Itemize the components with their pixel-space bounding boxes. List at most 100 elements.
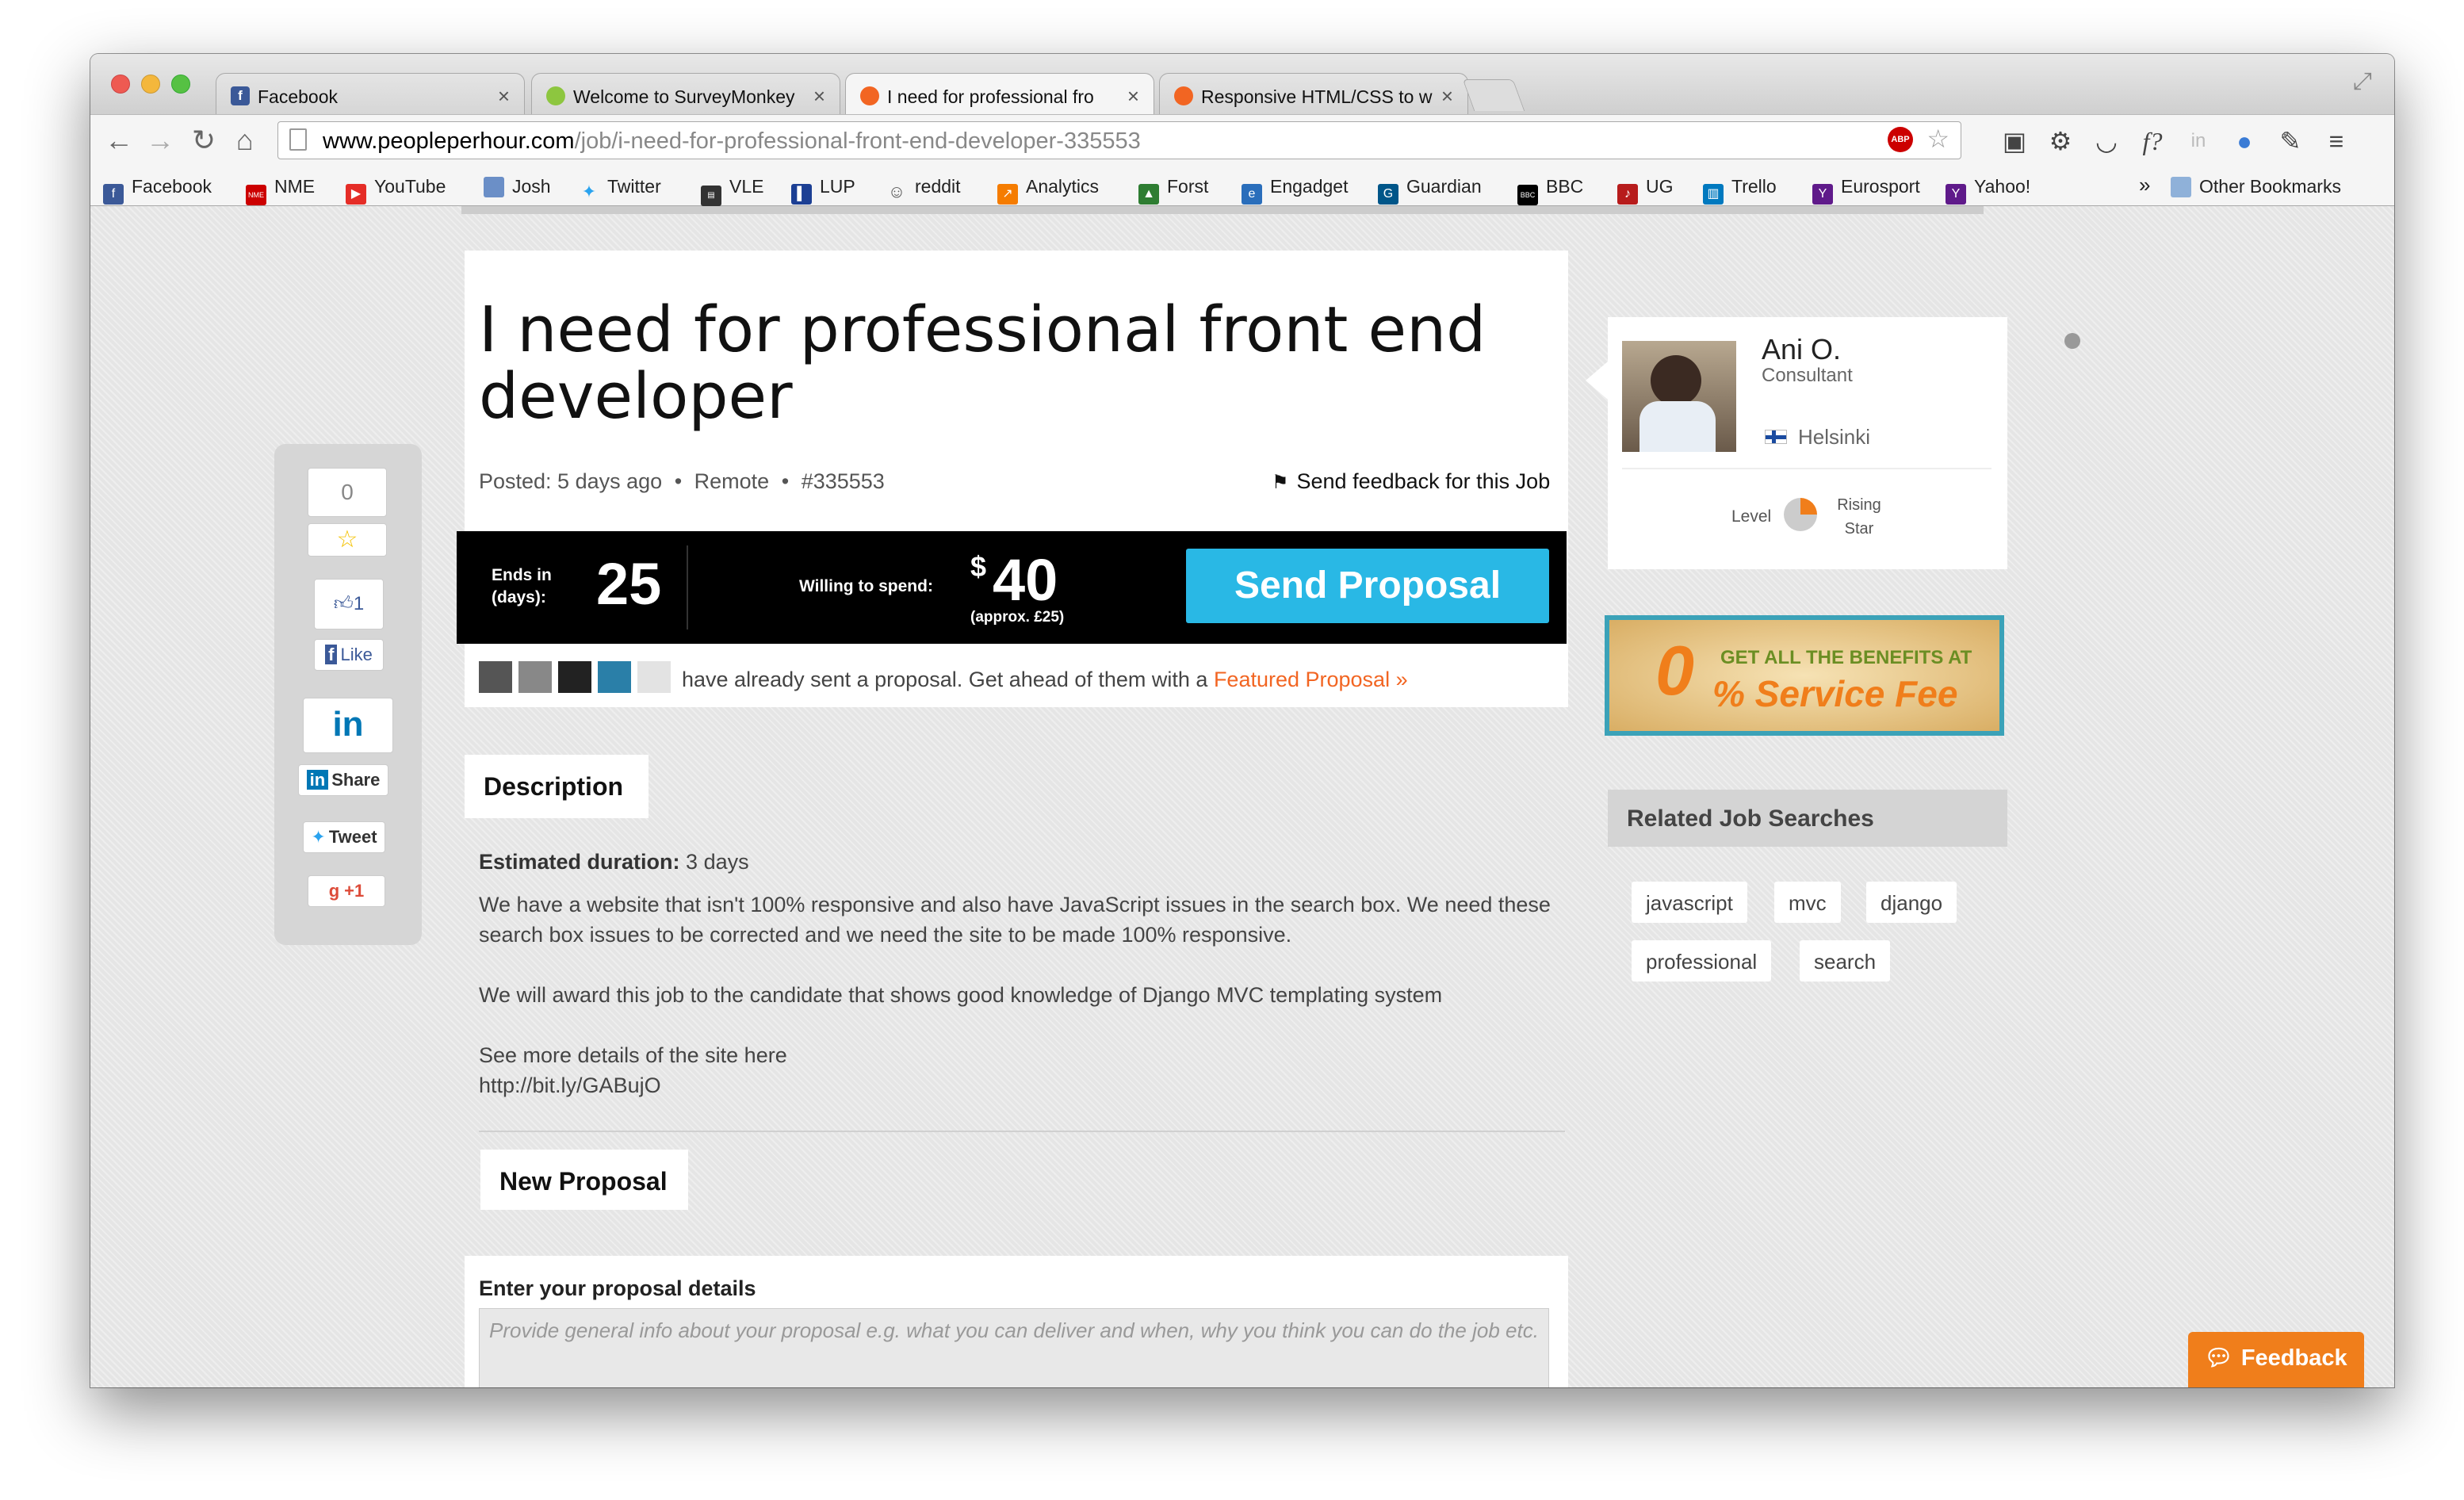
address-bar[interactable]: www.peopleperhour.com/job/i-need-for-pro… <box>277 121 1961 159</box>
avatar[interactable] <box>637 661 671 693</box>
lup-icon: ▌ <box>791 184 812 205</box>
bookmark-eurosport[interactable]: Y Eurosport <box>1812 176 1920 205</box>
avatar[interactable] <box>518 661 552 693</box>
send-proposal-button[interactable]: Send Proposal <box>1186 549 1549 623</box>
twitter-icon: ✦ <box>311 827 326 847</box>
send-feedback-link[interactable]: ⚑ Send feedback for this Job <box>1272 469 1550 494</box>
google-plus-button[interactable]: g +1 <box>308 875 385 907</box>
avatar[interactable] <box>598 661 631 693</box>
tag-javascript[interactable]: javascript <box>1632 882 1747 923</box>
buyer-avatar[interactable] <box>1622 341 1736 452</box>
back-icon[interactable]: ← <box>105 124 133 156</box>
tag-professional[interactable]: professional <box>1632 940 1772 982</box>
bookmark-label: reddit <box>915 176 961 197</box>
adblock-icon[interactable]: ABP <box>1888 127 1913 152</box>
cup-icon[interactable]: ◡ <box>2091 126 2122 156</box>
facebook-icon: f <box>325 645 338 664</box>
close-tab-icon[interactable]: × <box>813 84 825 109</box>
tweet-button[interactable]: ✦ Tweet <box>303 821 385 853</box>
description-link[interactable]: http://bit.ly/GABujO <box>479 1070 661 1100</box>
tab-bar: f Facebook × Welcome to SurveyMonkey × I… <box>90 54 2394 114</box>
bookmark-guardian[interactable]: G Guardian <box>1378 176 1482 205</box>
proposal-placeholder: Provide general info about your proposal… <box>489 1318 1539 1342</box>
tab-facebook[interactable]: f Facebook × <box>216 73 525 114</box>
menu-icon[interactable]: ≡ <box>2321 126 2351 156</box>
bookmark-ug[interactable]: ♪ UG <box>1617 176 1674 205</box>
bookmark-trello[interactable]: ▥ Trello <box>1703 176 1777 205</box>
bookmark-youtube[interactable]: ▶ YouTube <box>346 176 446 205</box>
close-tab-icon[interactable]: × <box>498 84 510 109</box>
trello-icon: ▥ <box>1703 184 1724 205</box>
tab-new-proposal[interactable]: New Proposal <box>480 1150 688 1210</box>
forward-icon[interactable]: → <box>146 124 174 156</box>
buyer-name[interactable]: Ani O. <box>1762 333 1841 366</box>
reload-icon[interactable]: ↻ <box>192 124 216 156</box>
tab-surveymonkey[interactable]: Welcome to SurveyMonkey × <box>531 73 840 114</box>
online-status-icon <box>2064 333 2080 349</box>
tag-search[interactable]: search <box>1800 940 1891 982</box>
bookmark-lup[interactable]: ▌ LUP <box>791 176 855 205</box>
yahoo-icon: Y <box>1946 184 1966 205</box>
bookmark-bbc[interactable]: BBC BBC <box>1517 176 1583 205</box>
peopleperhour-icon <box>1174 86 1193 105</box>
surveymonkey-icon <box>546 86 565 105</box>
bookmark-nme[interactable]: NME NME <box>246 176 315 205</box>
home-icon[interactable]: ⌂ <box>236 124 254 156</box>
favorite-star-icon[interactable]: ☆ <box>308 523 387 557</box>
bookmark-facebook[interactable]: f Facebook <box>103 176 212 205</box>
font-finder-icon[interactable]: f? <box>2137 126 2167 156</box>
feedback-button[interactable]: 💬︎ Feedback <box>2188 1332 2364 1387</box>
tab-current-job[interactable]: I need for professional fro × <box>845 73 1154 114</box>
avatar[interactable] <box>558 661 591 693</box>
zoom-window-button[interactable] <box>171 75 190 94</box>
tab-label: Responsive HTML/CSS to w <box>1201 86 1433 107</box>
twitter-icon: ✦ <box>581 182 597 201</box>
bookmark-star-icon[interactable]: ☆ <box>1926 124 1949 154</box>
gplus-label: +1 <box>344 881 365 901</box>
proposal-note: have already sent a proposal. Get ahead … <box>682 668 1408 692</box>
other-bookmarks[interactable]: Other Bookmarks <box>2171 176 2341 197</box>
extension-icon[interactable]: ▣ <box>1999 126 2030 156</box>
zero-fee-banner[interactable]: 0 GET ALL THE BENEFITS AT % Service Fee <box>1605 615 2004 736</box>
facebook-like-button[interactable]: f Like <box>314 639 384 671</box>
linkedin-ext-icon[interactable]: in <box>2183 126 2213 156</box>
bookmark-analytics[interactable]: ↗ Analytics <box>997 176 1099 205</box>
bookmark-forst[interactable]: ▲ Forst <box>1138 176 1208 205</box>
bookmark-vle[interactable]: ▤ VLE <box>701 176 763 206</box>
tab-description[interactable]: Description <box>465 755 649 818</box>
peopleperhour-icon <box>860 86 879 105</box>
linkedin-share-button[interactable]: in Share <box>298 764 388 796</box>
bookmark-yahoo[interactable]: Y Yahoo! <box>1946 176 2030 205</box>
bookmark-twitter[interactable]: ✦ Twitter <box>579 176 661 202</box>
tag-django[interactable]: django <box>1866 882 1957 923</box>
close-tab-icon[interactable]: × <box>1441 84 1453 109</box>
tab-responsive-job[interactable]: Responsive HTML/CSS to w × <box>1159 73 1468 114</box>
bookmark-reddit[interactable]: ☺ reddit <box>886 176 961 202</box>
job-summary-bar: Ends in (days): 25 Willing to spend: $ 4… <box>457 531 1567 644</box>
level-pie-icon <box>1784 498 1817 531</box>
job-id: #335553 <box>801 469 885 493</box>
proposal-textarea[interactable]: Provide general info about your proposal… <box>479 1308 1549 1387</box>
featured-proposal-link[interactable]: Featured Proposal » <box>1214 668 1408 691</box>
bookmark-engadget[interactable]: e Engadget <box>1242 176 1348 205</box>
linkedin-small-icon: in <box>306 770 329 790</box>
avatar[interactable] <box>479 661 512 693</box>
finland-flag-icon <box>1765 430 1787 444</box>
tweet-label: Tweet <box>328 827 377 847</box>
close-tab-icon[interactable]: × <box>1127 84 1139 109</box>
minimize-window-button[interactable] <box>141 75 160 94</box>
tag-mvc[interactable]: mvc <box>1774 882 1841 923</box>
bookmark-label: Facebook <box>132 176 212 197</box>
buyer-role: Consultant <box>1762 365 1853 386</box>
fullscreen-icon[interactable]: ⤢ <box>2353 68 2372 95</box>
gear-icon[interactable]: ⚙ <box>2045 126 2076 156</box>
bookmarks-overflow-button[interactable]: » <box>2139 173 2150 197</box>
eyedropper-icon[interactable]: ✎ <box>2275 126 2305 156</box>
nme-icon: NME <box>246 185 266 205</box>
bookmark-josh[interactable]: Josh <box>484 176 551 197</box>
page-icon <box>289 128 307 151</box>
globe-icon[interactable]: ● <box>2229 126 2259 156</box>
new-tab-button[interactable] <box>1462 79 1525 111</box>
close-window-button[interactable] <box>111 75 130 94</box>
fb-like-label: Like <box>340 645 373 664</box>
